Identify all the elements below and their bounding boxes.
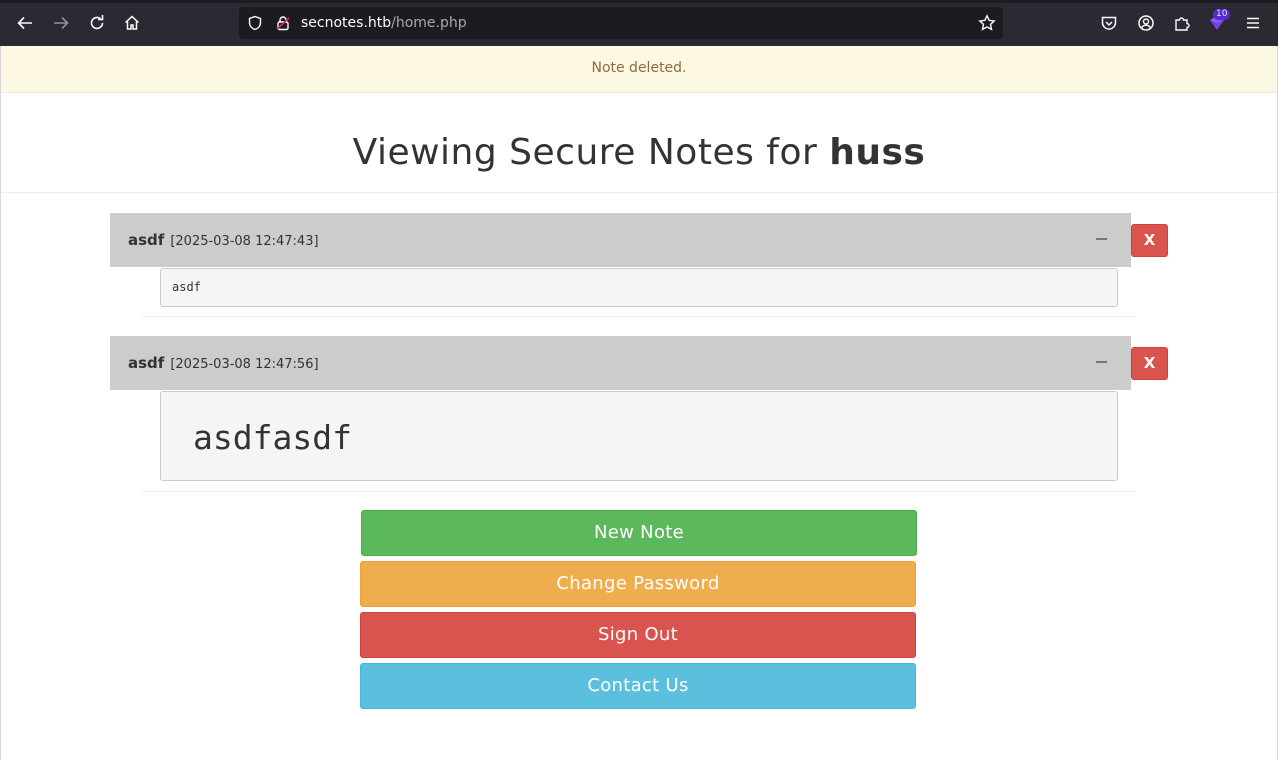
note-title: asdf [2025-03-08 12:47:56]: [128, 336, 319, 392]
url-path: /home.php: [391, 15, 467, 31]
minus-icon: [1096, 361, 1107, 363]
divider: [1, 192, 1277, 193]
back-arrow-icon[interactable]: [13, 11, 37, 35]
sign-out-button[interactable]: Sign Out: [360, 612, 916, 658]
browser-toolbar: secnotes.htb/home.php 10: [0, 0, 1278, 46]
contact-us-button[interactable]: Contact Us: [360, 663, 916, 709]
reload-icon[interactable]: [85, 11, 109, 35]
address-bar[interactable]: secnotes.htb/home.php: [239, 7, 1003, 39]
change-password-button[interactable]: Change Password: [360, 561, 916, 607]
minus-icon: [1096, 238, 1107, 240]
url-text[interactable]: secnotes.htb/home.php: [301, 7, 467, 39]
page-title-prefix: Viewing Secure Notes for: [352, 132, 830, 173]
account-icon[interactable]: [1134, 11, 1158, 35]
extension-count-badge: 10: [1213, 9, 1231, 20]
menu-hamburger-icon[interactable]: [1241, 11, 1265, 35]
extensions-puzzle-icon[interactable]: [1170, 11, 1194, 35]
note-title-text: asdf: [128, 231, 165, 249]
delete-note-button[interactable]: X: [1131, 347, 1168, 380]
note-date: [2025-03-08 12:47:43]: [170, 234, 319, 249]
insecure-lock-icon[interactable]: [271, 11, 295, 35]
pocket-icon[interactable]: [1097, 11, 1121, 35]
forward-arrow-icon[interactable]: [49, 11, 73, 35]
bookmark-star-icon[interactable]: [975, 11, 999, 35]
collapse-button[interactable]: [1090, 225, 1112, 251]
note-header[interactable]: asdf [2025-03-08 12:47:43]: [110, 213, 1131, 267]
new-note-button[interactable]: New Note: [361, 510, 917, 556]
note-title-text: asdf: [128, 354, 165, 372]
alert-message: Note deleted.: [591, 60, 687, 76]
note-date: [2025-03-08 12:47:56]: [170, 357, 319, 372]
tracking-shield-icon[interactable]: [243, 11, 267, 35]
note-title: asdf [2025-03-08 12:47:43]: [128, 213, 319, 269]
status-alert: Note deleted.: [1, 46, 1277, 93]
page-title: Viewing Secure Notes for huss: [0, 127, 1278, 179]
home-icon[interactable]: [120, 11, 144, 35]
delete-note-button[interactable]: X: [1131, 224, 1168, 257]
note-header[interactable]: asdf [2025-03-08 12:47:56]: [110, 336, 1131, 390]
note-body: asdfasdf: [160, 391, 1118, 481]
collapse-button[interactable]: [1090, 348, 1112, 374]
page-title-username: huss: [829, 132, 926, 173]
url-host: secnotes.htb: [301, 15, 392, 31]
toolbar-top-edge: [0, 0, 1278, 3]
note-body: asdf: [160, 268, 1118, 307]
